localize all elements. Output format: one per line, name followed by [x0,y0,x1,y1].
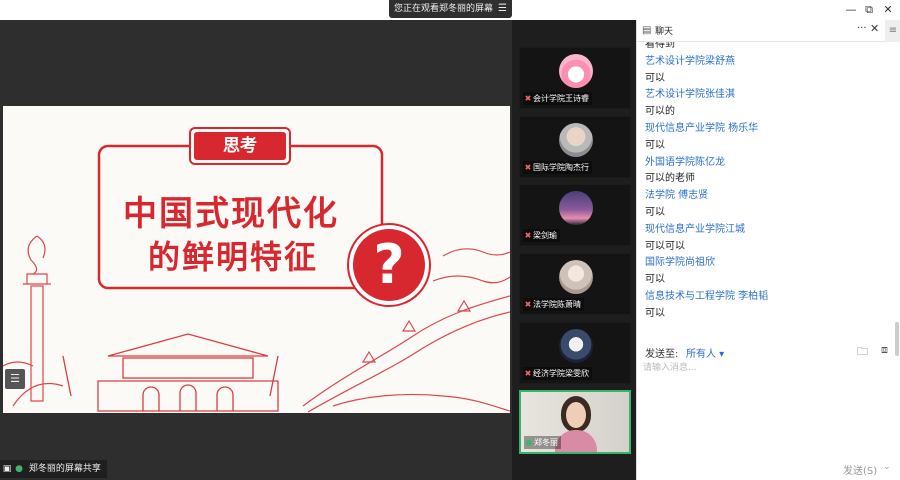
slide-title-line2: 的鲜明特征 [148,238,319,276]
cake-avatar [559,54,593,88]
muted-mic-icon: ✖ [524,300,532,309]
participant-name: 梁剑瑜 [533,231,557,240]
participant-name: 国际学院陶杰行 [533,163,589,172]
screen-share-status: ▣ ● 郑冬丽的屏幕共享 [0,460,107,478]
muted-mic-icon: ✖ [524,94,532,103]
message-text: 可以可以 [645,240,685,252]
screenshot-icon[interactable]: ⧈ [881,343,888,357]
chat-title: 聊天 [655,27,674,37]
person-avatar [559,123,593,157]
message-text: 可以 [645,307,665,319]
muted-mic-icon: ✖ [524,369,532,378]
message-text: 可以 [645,139,665,151]
sky-avatar [559,191,593,225]
microphone-icon: ● [525,438,533,447]
participant-tile[interactable]: ✖ 国际学院陶杰行 [519,116,631,178]
participant-name: 会计学院王诗睿 [533,94,589,103]
message-sender: 艺术设计学院张佳淇 [645,89,735,101]
participant-tile[interactable]: ✖ 会计学院王诗睿 [519,47,631,109]
message-sender: 现代信息产业学院 杨乐华 [645,123,759,134]
message-text: 看得到 [645,42,675,50]
participant-name: 法学院陈萧晴 [533,300,581,309]
restore-button[interactable]: ⧉ [861,2,877,18]
message-list: 看得到 艺术设计学院梁舒燕 可以 艺术设计学院张佳淇 可以的 现代信息产业学院 杨乐华 可以… [637,42,900,360]
participants-panel: ✖ 会计学院王诗睿 ✖ 国际学院陶杰行 ✖ 梁剑瑜 ✖ 法学院陈萧晴 ✖ 经济学院梁雯欣 … [512,20,636,480]
participant-tile[interactable]: ✖ 梁剑瑜 [519,184,631,246]
message-sender: 现代信息产业学院江城 [645,223,745,235]
participant-name: 经济学院梁雯欣 [533,369,589,378]
message-sender: 信息技术与工程学院 李柏韬 [645,291,769,302]
send-button[interactable]: 发送(S) [843,462,877,477]
message-text: 可以的老师 [645,173,695,185]
close-chat-button[interactable]: ✕ [870,22,879,35]
chat-scrollbar[interactable] [895,42,899,360]
chat-header: ▤ 聊天 ··· ✕ [637,20,885,42]
panel-menu-icon[interactable]: ≡ [885,20,900,42]
participant-tile-active[interactable]: ● 郑冬丽 [519,390,631,454]
message-text: 可以 [645,274,665,286]
close-window-button[interactable]: ✕ [880,2,896,18]
muted-mic-icon: ✖ [524,163,532,172]
more-options-icon[interactable]: ··· [857,23,867,34]
send-to-label: 发送至: [645,349,679,360]
screen-share-banner[interactable]: 您正在观看郑冬丽的屏幕 ☰ [389,0,512,18]
slide-title-line1: 中国式现代化 [123,194,339,234]
participant-tile[interactable]: ✖ 经济学院梁雯欣 [519,322,631,384]
share-status-label: 郑冬丽的屏幕共享 [28,464,101,474]
slide-badge-text: 思考 [223,136,257,156]
chevron-down-icon[interactable]: ⌄ [883,462,891,472]
screen-share-icon: ▣ [2,464,12,474]
slide-menu-button[interactable]: ☰ [5,369,25,389]
message-sender: 国际学院尚祖欣 [645,257,715,269]
message-text: 可以 [645,72,665,84]
chat-panel: ▤ 聊天 ··· ✕ ≡ 看得到 艺术设计学院梁舒燕 可以 艺术设计学院张佳淇 可以的现… [636,20,900,480]
minimize-button[interactable]: — [843,2,859,18]
message-sender: 艺术设计学院梁舒燕 [645,55,735,67]
shared-screen-area: 思考 中国式现代化 的鲜明特征 ? ☰ ▣ ● 郑冬丽的屏幕共享 [0,20,512,480]
menu-icon[interactable]: ☰ [498,0,507,18]
presentation-slide: 思考 中国式现代化 的鲜明特征 ? [3,106,510,413]
message-sender: 法学院 傅志贤 [645,190,709,202]
banner-text: 您正在观看郑冬丽的屏幕 [394,4,494,14]
person-avatar [559,329,593,363]
muted-mic-icon: ✖ [524,231,532,240]
title-bar: 您正在观看郑冬丽的屏幕 ☰ — ⧉ ✕ [0,0,900,20]
message-text: 可以的 [645,106,675,118]
message-sender: 外国语学院陈亿龙 [645,156,725,168]
send-to-dropdown[interactable]: 所有人 ▾ [686,345,724,360]
chat-message-input[interactable] [643,360,893,460]
girl-avatar [559,260,593,294]
question-mark-icon: ? [373,233,405,296]
message-text: 可以 [645,207,665,218]
chat-icon: ▤ [642,25,652,36]
participant-name: 郑冬丽 [534,438,558,447]
microphone-icon: ● [15,464,23,474]
participant-tile[interactable]: ✖ 法学院陈萧晴 [519,253,631,315]
